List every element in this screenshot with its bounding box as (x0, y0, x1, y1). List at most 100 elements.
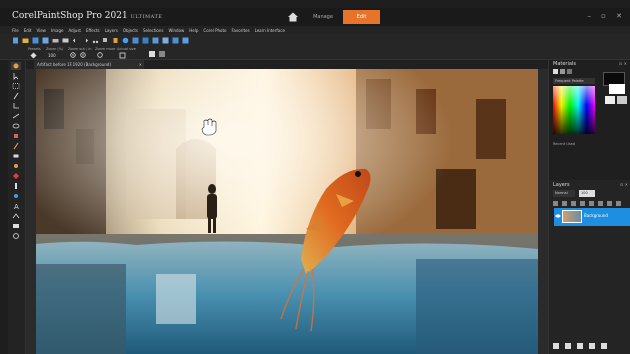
color-swatch-shade (553, 86, 595, 134)
grid-icon[interactable] (172, 37, 179, 44)
background-color-swatch[interactable] (609, 84, 625, 94)
clone-tool-icon[interactable] (11, 132, 21, 140)
selection-tool-icon[interactable] (11, 82, 21, 90)
red-eye-tool-icon[interactable] (11, 122, 21, 130)
app-title: CorelPaintShop Pro 2021 ULTIMATE (12, 11, 162, 21)
window-controls[interactable]: – ▫ ✕ (587, 12, 626, 20)
layers-tb-icon[interactable] (162, 37, 169, 44)
menu-edit[interactable]: Edit (24, 28, 32, 33)
layer-tools-icons[interactable] (553, 201, 629, 207)
tab-manage[interactable]: Manage (304, 11, 342, 23)
crop-icon[interactable] (142, 37, 149, 44)
hand-cursor-icon (201, 118, 217, 136)
title-bar: CorelPaintShop Pro 2021 ULTIMATE Manage … (0, 8, 630, 26)
menu-selections[interactable]: Selections (143, 28, 164, 33)
standard-toolbar (0, 34, 630, 46)
document-tab[interactable]: Artifact before 1F.1920 (Background) ✕ (34, 60, 144, 69)
layer-row-background[interactable]: Background (554, 208, 630, 226)
new-file-icon[interactable] (12, 37, 19, 44)
smart-photo-fix-icon[interactable] (11, 232, 21, 240)
color-replacer-icon[interactable] (11, 192, 21, 200)
palette-select[interactable]: Frequent Palette (553, 78, 595, 84)
zoom-out-icon[interactable] (70, 52, 77, 59)
straighten-tool-icon[interactable] (11, 112, 21, 120)
close-icon[interactable]: ✕ (139, 60, 142, 69)
app-window: CorelPaintShop Pro 2021 ULTIMATE Manage … (0, 0, 630, 354)
option-label-zoom-more: Zoom more (95, 47, 116, 51)
pick-tool-icon[interactable] (11, 72, 21, 80)
image-canvas[interactable] (36, 69, 538, 354)
menu-bar: File Edit View Image Adjust Effects Laye… (0, 26, 630, 34)
zoom-value[interactable]: 100 (48, 53, 56, 58)
palette-icon[interactable] (182, 37, 189, 44)
opacity-field[interactable]: 100 (579, 190, 595, 197)
paint-bucket-icon[interactable] (11, 172, 21, 180)
menu-effects[interactable]: Effects (86, 28, 100, 33)
save-icon[interactable] (32, 37, 39, 44)
title-edition: ULTIMATE (130, 14, 163, 20)
tab-edit[interactable]: Edit (343, 10, 380, 24)
zoom-in-icon[interactable] (80, 52, 87, 59)
email-icon[interactable] (62, 37, 69, 44)
cut-icon[interactable] (92, 37, 99, 44)
fix-icon[interactable] (132, 37, 139, 44)
option-label-zoom: Zoom (%) (46, 47, 64, 51)
menu-objects[interactable]: Objects (123, 28, 138, 33)
actual-size-icon[interactable] (119, 52, 126, 59)
menu-help[interactable]: Help (189, 28, 198, 33)
home-icon[interactable] (286, 10, 300, 24)
zoom-more-icon[interactable] (97, 52, 104, 59)
enhance-icon[interactable] (122, 37, 129, 44)
crop-tool-icon[interactable] (11, 102, 21, 110)
menu-learn-interface[interactable]: Learn Interface (255, 28, 285, 33)
print-icon[interactable] (52, 37, 59, 44)
brush-tool-icon[interactable] (11, 142, 21, 150)
picture-tube-icon[interactable] (11, 182, 21, 190)
layers-close-icon[interactable]: ⊡ ✕ (620, 182, 628, 187)
dodge-tool-icon[interactable] (11, 162, 21, 170)
menu-adjust[interactable]: Adjust (68, 28, 81, 33)
menu-image[interactable]: Image (51, 28, 64, 33)
canvas-workspace[interactable] (26, 69, 548, 354)
undo-icon[interactable] (72, 37, 79, 44)
right-panels: Materials ⊡ ✕ Frequent Palette Recent Us… (548, 60, 630, 354)
menu-favorites[interactable]: Favorites (231, 28, 249, 33)
open-folder-icon[interactable] (22, 37, 29, 44)
tool-options-bar: Presets Zoom (%) Zoom out / in Zoom more… (0, 46, 630, 60)
menu-layers[interactable]: Layers (105, 28, 118, 33)
menu-view[interactable]: View (36, 28, 46, 33)
layers-title: Layers (553, 182, 570, 188)
material-swatch-1[interactable] (605, 96, 615, 104)
preset-icon[interactable] (30, 52, 37, 59)
option-label-presets: Presets (28, 47, 41, 51)
paste-icon[interactable] (112, 37, 119, 44)
option-extra-icon[interactable] (158, 50, 166, 58)
save-as-icon[interactable] (42, 37, 49, 44)
title-product: PaintShop (36, 11, 84, 21)
option-label-actual-size: Actual size (117, 47, 136, 51)
menu-file[interactable]: File (12, 28, 19, 33)
redo-icon[interactable] (82, 37, 89, 44)
layer-bottom-icons[interactable] (553, 342, 613, 350)
preset-shape-icon[interactable] (11, 222, 21, 230)
resize-icon[interactable] (152, 37, 159, 44)
materials-title: Materials (553, 61, 576, 67)
pen-tool-icon[interactable] (11, 212, 21, 220)
material-swatch-2[interactable] (617, 96, 627, 104)
pan-tool-icon[interactable] (11, 62, 21, 70)
document-tab-label: Artifact before 1F.1920 (Background) (37, 62, 112, 67)
materials-tabs-icon[interactable] (553, 69, 573, 75)
menu-corel-photo[interactable]: Corel Photo (203, 28, 226, 33)
layer-name: Background (584, 213, 608, 218)
menu-window[interactable]: Window (169, 28, 185, 33)
copy-icon[interactable] (102, 37, 109, 44)
apply-icon[interactable] (148, 50, 156, 58)
visibility-eye-icon[interactable] (555, 213, 561, 219)
dropper-icon[interactable] (11, 92, 21, 100)
text-tool-icon[interactable]: A (11, 202, 21, 210)
recent-used-label: Recent Used (553, 142, 575, 146)
blend-mode-select[interactable]: Normal (553, 190, 575, 197)
eraser-tool-icon[interactable] (11, 152, 21, 160)
materials-close-icon[interactable]: ⊡ ✕ (619, 61, 627, 66)
document-tabs: Artifact before 1F.1920 (Background) ✕ (26, 60, 548, 69)
